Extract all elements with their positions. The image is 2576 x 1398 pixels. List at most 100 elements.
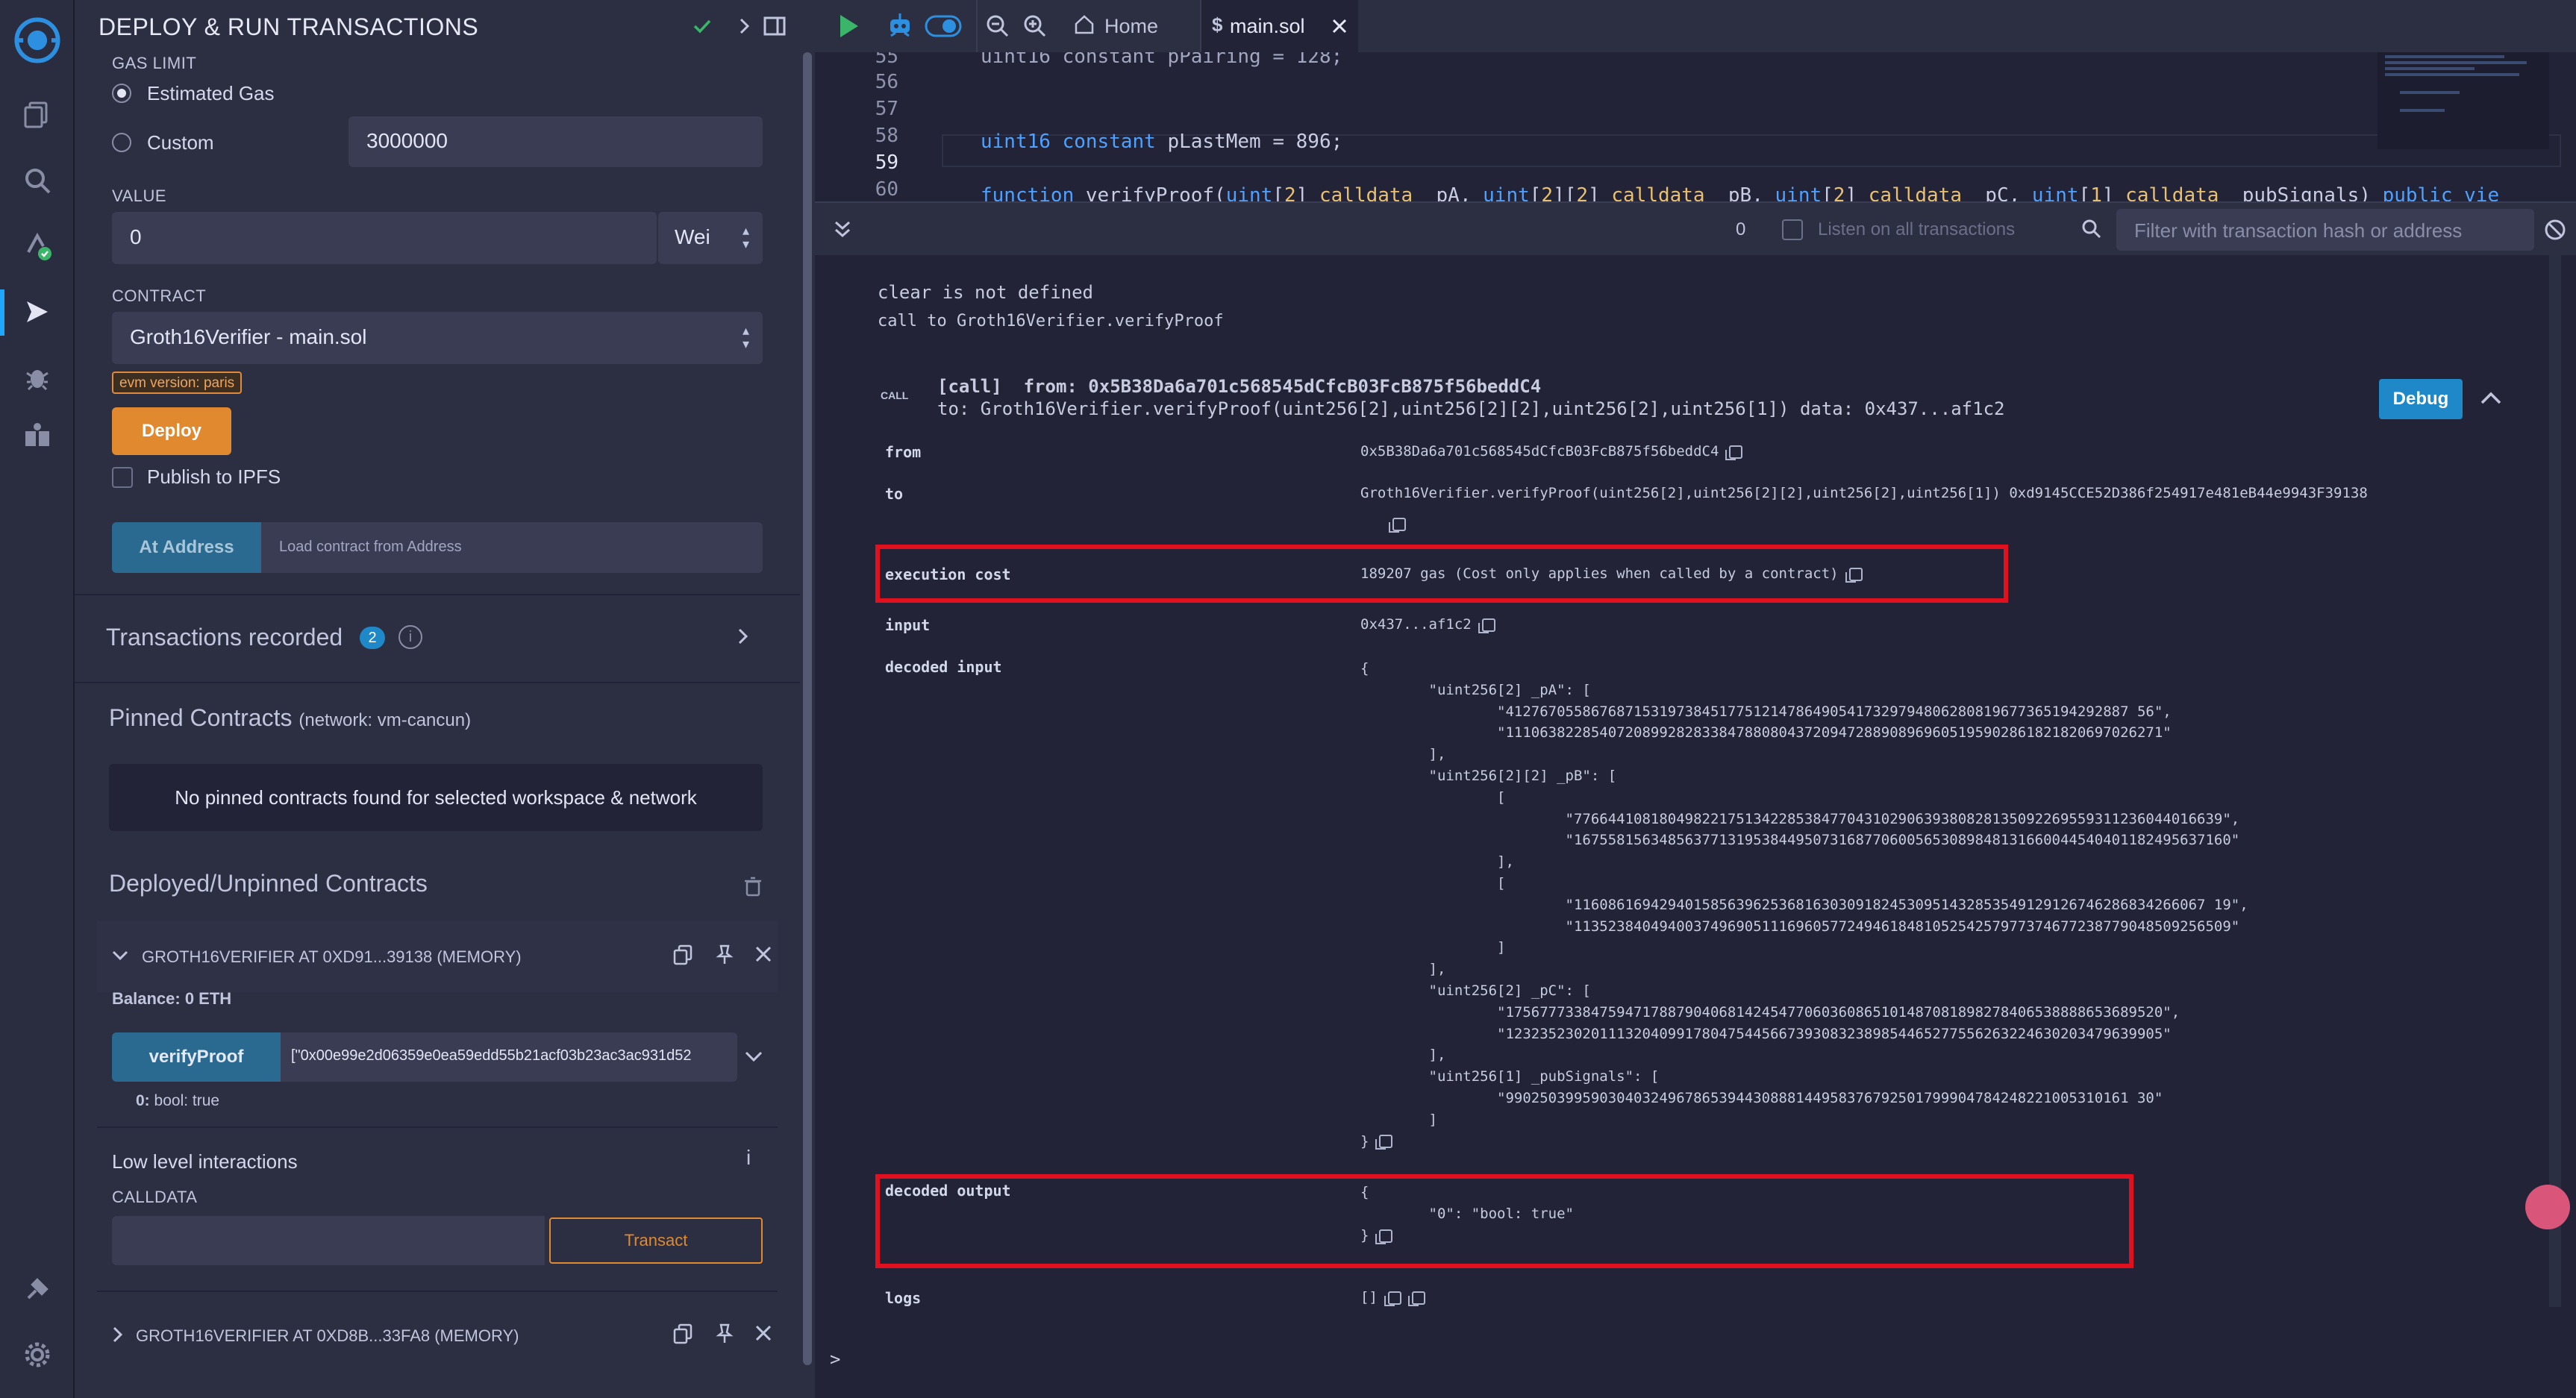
pin-icon[interactable] (713, 1322, 736, 1348)
tab-main-sol[interactable]: $ main.sol (1201, 0, 1358, 52)
panel-toggle-icon[interactable] (763, 15, 787, 41)
copy-icon[interactable] (1375, 1135, 1393, 1150)
copy-icon[interactable] (1407, 1291, 1425, 1306)
result-index: 0: (136, 1092, 150, 1109)
contract-selected-text: Groth16Verifier - main.sol (130, 325, 367, 348)
json-line: "0": "bool: true" (1360, 1206, 1574, 1222)
json-line: ] (1360, 1111, 1437, 1128)
terminal-scrollbar[interactable] (2549, 255, 2561, 1307)
instance-header[interactable]: GROTH16VERIFIER AT 0XD91...39138 (MEMORY… (97, 921, 778, 992)
pinned-network-text: (network: vm-cancun) (298, 710, 472, 730)
copy-icon[interactable] (1375, 1229, 1393, 1244)
verify-proof-args-input[interactable]: ["0x00e99e2d06359e0ea59edd55b21acf03b23a… (281, 1032, 737, 1082)
json-line: ], (1360, 746, 1446, 763)
contract-label: CONTRACT (112, 286, 207, 305)
minimap[interactable] (2378, 52, 2549, 149)
deploy-run-icon[interactable] (16, 291, 58, 333)
collapse-terminal-icon[interactable] (833, 218, 852, 244)
chevron-down-icon[interactable] (743, 1046, 764, 1071)
search-icon (2081, 218, 2103, 244)
debug-button[interactable]: Debug (2379, 379, 2463, 419)
at-address-input[interactable]: Load contract from Address (261, 522, 763, 573)
info-icon[interactable]: i (746, 1146, 751, 1170)
chevron-up-icon[interactable] (2477, 385, 2504, 416)
custom-gas-input[interactable]: 3000000 (348, 116, 763, 167)
deployed-contracts-title: Deployed/Unpinned Contracts (109, 870, 428, 897)
json-line: "111063822854072089928283384788080437209… (1360, 724, 2172, 742)
copy-icon[interactable] (672, 943, 694, 969)
copy-icon[interactable] (1389, 518, 1406, 533)
listen-all-checkbox[interactable] (1782, 219, 1803, 240)
trash-icon[interactable] (743, 876, 763, 900)
learneth-icon[interactable] (16, 415, 58, 457)
chat-assistant-icon[interactable] (2525, 1185, 2570, 1229)
search-icon[interactable] (16, 160, 58, 201)
remix-logo-icon[interactable] (10, 13, 64, 67)
close-icon[interactable] (752, 943, 775, 969)
terminal-toolbar: 0 Listen on all transactions Filter with… (815, 201, 2576, 255)
chevron-right-icon[interactable] (733, 15, 755, 41)
copy-icon[interactable] (1845, 567, 1863, 583)
copy-icon[interactable] (672, 1322, 694, 1348)
updown-icon: ▴ ▾ (742, 323, 749, 351)
pinned-empty-message: No pinned contracts found for selected w… (109, 764, 763, 831)
contract-select[interactable]: Groth16Verifier - main.sol ▴ ▾ (112, 312, 763, 364)
at-address-button[interactable]: At Address (112, 522, 261, 573)
info-icon[interactable]: i (398, 625, 422, 649)
gas-limit-label: GAS LIMIT (112, 54, 197, 72)
plugin-manager-icon[interactable] (16, 1268, 58, 1310)
check-icon (691, 15, 713, 41)
pin-icon[interactable] (713, 943, 736, 969)
value-input[interactable]: 0 (112, 212, 657, 264)
transactions-recorded-label[interactable]: Transactions recorded (106, 624, 343, 651)
code-text: function verifyProof(uint[2] calldata _p… (981, 184, 2500, 201)
json-line: { (1360, 660, 1369, 677)
listen-all-label: Listen on all transactions (1818, 219, 2016, 239)
code-editor[interactable]: 55 uint16 constant pPairing = 128; 56 57 … (815, 52, 2576, 201)
close-icon[interactable] (752, 1322, 775, 1348)
estimated-gas-radio[interactable] (112, 84, 131, 103)
call-line-2: to: Groth16Verifier.verifyProof(uint256[… (937, 398, 2005, 419)
json-line: } (1360, 1227, 1369, 1244)
autocompile-toggle-icon[interactable] (924, 13, 963, 43)
tx-filter-input[interactable]: Filter with transaction hash or address (2116, 209, 2534, 251)
chevron-right-icon[interactable] (107, 1325, 127, 1348)
field-key: decoded output (885, 1182, 1011, 1200)
copy-icon[interactable] (1725, 445, 1743, 460)
zoom-in-icon[interactable] (1022, 13, 1048, 43)
transact-button[interactable]: Transact (549, 1217, 763, 1264)
instance-header[interactable]: GROTH16VERIFIER AT 0XD8B...33FA8 (MEMORY… (97, 1307, 778, 1367)
chevron-down-icon[interactable] (110, 946, 130, 969)
verify-proof-button[interactable]: verifyProof (112, 1032, 281, 1082)
json-line: "113523840494003749690511169605772494618… (1360, 918, 2240, 935)
calldata-input[interactable] (112, 1216, 545, 1265)
value-unit-select[interactable]: Wei ▴ ▾ (658, 212, 763, 264)
copy-icon[interactable] (1478, 618, 1495, 633)
result-value: bool: true (154, 1092, 220, 1109)
deploy-button[interactable]: Deploy (112, 407, 231, 455)
zoom-out-icon[interactable] (985, 13, 1010, 43)
clear-console-icon[interactable] (2543, 218, 2567, 245)
copy-icon[interactable] (1384, 1291, 1401, 1306)
solidity-icon: $ (1212, 13, 1223, 36)
field-value: 0x437...af1c2 (1360, 616, 1472, 633)
terminal-prompt[interactable]: > (830, 1349, 840, 1370)
field-value: Groth16Verifier.verifyProof(uint256[2],u… (1360, 485, 2368, 501)
custom-gas-radio[interactable] (112, 133, 131, 152)
terminal-message: clear is not defined (878, 282, 1093, 303)
run-play-icon[interactable] (837, 13, 861, 43)
ai-robot-icon[interactable] (885, 12, 915, 44)
chevron-right-icon[interactable] (731, 625, 754, 651)
close-tab-icon[interactable] (1330, 16, 1349, 36)
publish-ipfs-checkbox[interactable] (112, 467, 133, 488)
json-line: ] (1360, 939, 1506, 956)
compiler-icon[interactable] (16, 225, 58, 267)
json-line: "123235230201113204099178047544566739308… (1360, 1025, 2172, 1042)
panel-scrollbar[interactable] (800, 0, 815, 1398)
tab-home-label: Home (1104, 15, 1159, 37)
file-explorer-icon[interactable] (16, 94, 58, 136)
settings-gear-icon[interactable] (16, 1334, 58, 1376)
pending-tx-count: 0 (1736, 219, 1746, 239)
debugger-icon[interactable] (16, 357, 58, 398)
main-area: Home $ main.sol 55 uint16 constant pPairi… (815, 0, 2576, 1398)
